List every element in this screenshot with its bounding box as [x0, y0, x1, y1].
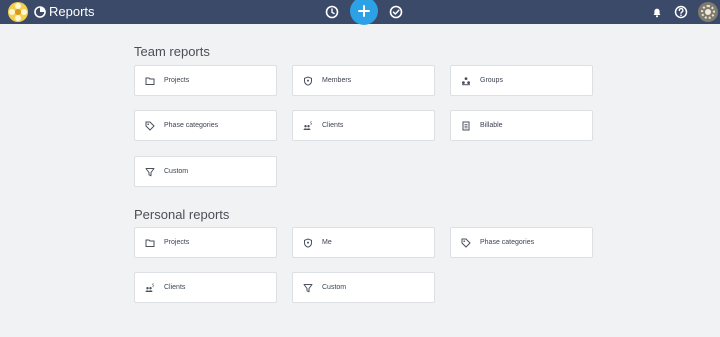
- tag-icon: [136, 121, 164, 131]
- personal-report-me[interactable]: Me: [292, 227, 435, 258]
- folder-icon: [136, 238, 164, 248]
- shield-icon: [294, 237, 322, 248]
- timer-icon[interactable]: [325, 5, 339, 19]
- clients-icon: $: [294, 121, 322, 131]
- card-label: Custom: [164, 167, 189, 175]
- user-avatar[interactable]: [698, 2, 718, 22]
- personal-report-custom[interactable]: Custom: [292, 272, 435, 303]
- card-label: Projects: [164, 76, 190, 84]
- card-label: Projects: [164, 238, 190, 246]
- page-title: Reports: [49, 4, 95, 19]
- personal-report-projects[interactable]: Projects: [134, 227, 277, 258]
- team-report-phase-categories[interactable]: Phase categories: [134, 110, 277, 141]
- add-button[interactable]: [350, 0, 378, 25]
- top-navigation-bar: Reports: [0, 0, 720, 25]
- app-logo[interactable]: [8, 2, 28, 22]
- svg-text:$: $: [310, 121, 313, 126]
- reports-icon: [34, 6, 46, 18]
- billable-icon: [452, 121, 480, 131]
- team-report-clients[interactable]: $ Clients: [292, 110, 435, 141]
- card-label: Billable: [480, 121, 503, 129]
- card-label: Clients: [322, 121, 344, 129]
- team-reports-heading: Team reports: [134, 44, 210, 59]
- card-label: Groups: [480, 76, 503, 84]
- team-report-custom[interactable]: Custom: [134, 156, 277, 187]
- card-label: Members: [322, 76, 352, 84]
- personal-report-phase-categories[interactable]: Phase categories: [450, 227, 593, 258]
- groups-icon: [452, 76, 480, 86]
- team-report-members[interactable]: Members: [292, 65, 435, 96]
- help-icon[interactable]: [674, 5, 688, 19]
- clients-icon: $: [136, 283, 164, 293]
- team-report-groups[interactable]: Groups: [450, 65, 593, 96]
- card-label: Phase categories: [480, 238, 535, 246]
- team-report-projects[interactable]: Projects: [134, 65, 277, 96]
- card-label: Custom: [322, 283, 347, 291]
- card-label: Phase categories: [164, 121, 219, 129]
- team-report-billable[interactable]: Billable: [450, 110, 593, 141]
- tag-icon: [452, 238, 480, 248]
- filter-icon: [136, 167, 164, 177]
- folder-icon: [136, 76, 164, 86]
- svg-text:$: $: [152, 283, 155, 288]
- plus-icon: [358, 5, 370, 17]
- personal-reports-heading: Personal reports: [134, 207, 230, 222]
- card-label: Me: [322, 238, 332, 246]
- notifications-bell-icon[interactable]: [650, 5, 664, 19]
- card-label: Clients: [164, 283, 186, 291]
- shield-icon: [294, 75, 322, 86]
- personal-report-clients[interactable]: $ Clients: [134, 272, 277, 303]
- approvals-icon[interactable]: [389, 5, 403, 19]
- filter-icon: [294, 283, 322, 293]
